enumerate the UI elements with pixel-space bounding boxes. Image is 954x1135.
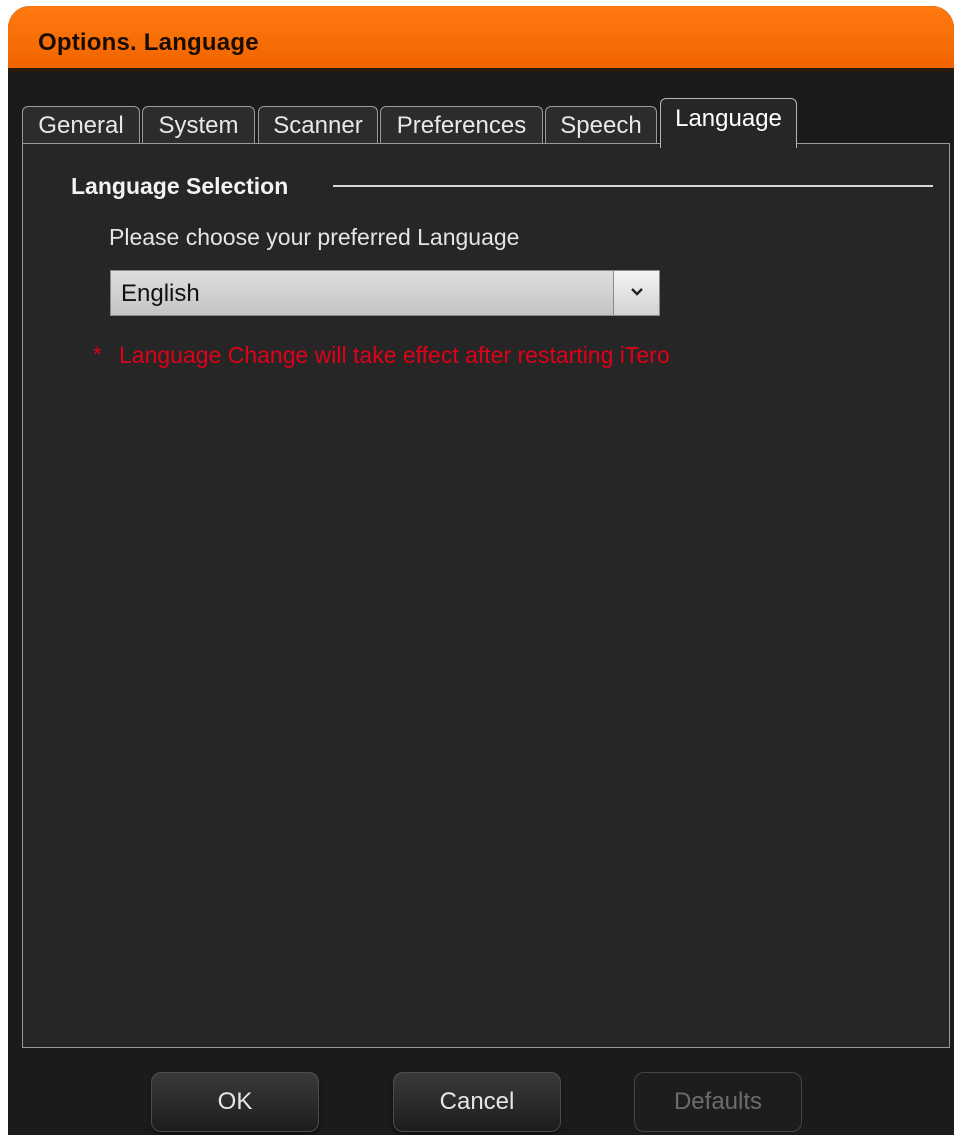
window-title: Options. Language [38,29,259,56]
tab-general[interactable]: General [22,106,140,146]
tab-system[interactable]: System [142,106,255,146]
button-bar: OK Cancel Defaults [8,1048,954,1135]
cancel-button[interactable]: Cancel [393,1072,561,1132]
title-bar: Options. Language [8,6,954,72]
selected-language: English [121,280,200,307]
restart-note: Language Change will take effect after r… [119,342,670,368]
dropdown-button[interactable] [613,271,659,315]
tab-strip: General System Scanner Preferences Speec… [8,72,954,150]
language-select[interactable]: English [110,270,660,316]
tab-preferences[interactable]: Preferences [380,106,543,146]
tab-scanner[interactable]: Scanner [258,106,378,146]
tab-language[interactable]: Language [660,98,797,148]
note-marker: * [93,342,102,367]
language-prompt: Please choose your preferred Language [109,224,520,250]
language-panel: Language Selection Please choose your pr… [22,143,950,1048]
chevron-down-icon [630,288,643,296]
options-window: Options. Language General System Scanner… [8,6,954,1135]
tab-speech[interactable]: Speech [545,106,657,146]
group-title: Language Selection [71,173,299,200]
group-divider [333,185,933,187]
ok-button[interactable]: OK [151,1072,319,1132]
defaults-button[interactable]: Defaults [634,1072,802,1132]
